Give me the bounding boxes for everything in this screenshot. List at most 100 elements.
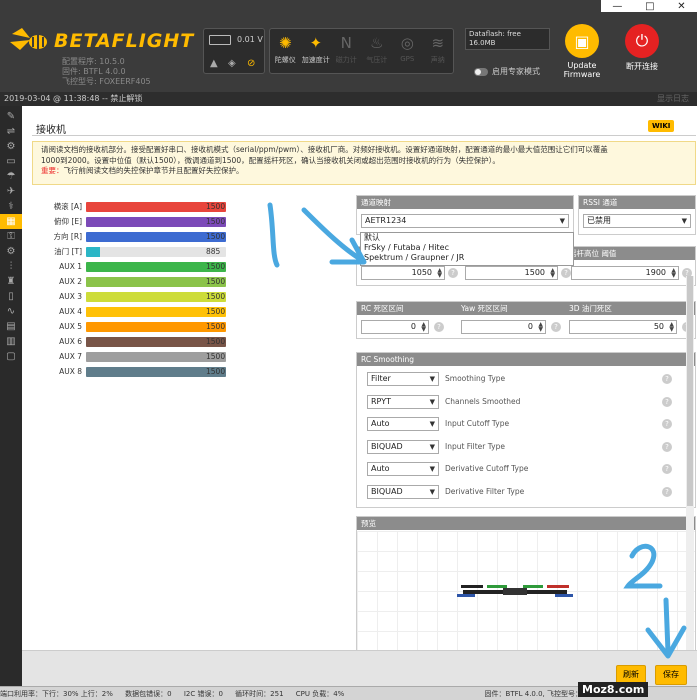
minimize-button[interactable]: — xyxy=(612,1,622,12)
osd-icon[interactable]: ▯ xyxy=(0,289,22,304)
channel-bar: 1500 xyxy=(86,336,226,347)
update-firmware-button[interactable]: ▣ Update Firmware xyxy=(557,24,607,79)
toggle-switch[interactable] xyxy=(474,67,488,76)
dropdown-option[interactable]: FrSky / Futaba / Hitec xyxy=(364,243,573,253)
spinner-icon[interactable]: ▲ ▼ xyxy=(671,268,676,279)
expert-mode-label: 启用专家模式 xyxy=(492,67,540,76)
window-controls: — □ ✕ xyxy=(601,0,697,12)
sensors-icon[interactable]: ∿ xyxy=(0,304,22,319)
sensor-label: 声纳 xyxy=(430,56,445,64)
channel-bar: 1500 xyxy=(86,276,226,287)
channel-value: 1500 xyxy=(206,306,226,316)
smoothing-select[interactable]: Filter ▼ xyxy=(367,372,439,386)
channel-bar: 1500 xyxy=(86,231,226,242)
smoothing-select[interactable]: BIQUAD ▼ xyxy=(367,439,439,454)
page-title: 接收机 xyxy=(36,125,66,136)
adjustments-icon[interactable]: ⚕ xyxy=(0,199,22,214)
port-utilization: 端口利用率：下行：30% 上行：2% xyxy=(0,690,113,698)
modes-icon[interactable]: ⚿ xyxy=(0,229,22,244)
sensor-label: 陀螺仪 xyxy=(274,56,296,64)
save-button[interactable]: 保存 xyxy=(655,665,687,685)
spinner-icon[interactable]: ▲ ▼ xyxy=(421,322,426,333)
dropdown-option[interactable]: 默认 xyxy=(364,233,573,243)
help-icon[interactable]: ? xyxy=(662,486,672,497)
pid-icon[interactable]: ✈ xyxy=(0,184,22,199)
channel-map-dropdown: 默认 FrSky / Futaba / Hitec Spektrum / Gra… xyxy=(360,232,574,266)
rc-deadband-input[interactable]: 0 ▲ ▼ xyxy=(361,320,429,334)
smoothing-select[interactable]: BIQUAD ▼ xyxy=(367,484,439,499)
servos-icon[interactable]: ♜ xyxy=(0,274,22,289)
chevron-down-icon: ▼ xyxy=(429,375,435,383)
channel-bar: 1500 xyxy=(86,366,226,377)
blackbox-icon[interactable]: ▥ xyxy=(0,334,22,349)
cli-icon[interactable]: ▢ xyxy=(0,349,22,364)
help-icon[interactable]: ? xyxy=(434,322,444,332)
help-icon[interactable]: ? xyxy=(448,268,458,278)
channel-bar: 1500 xyxy=(86,321,226,332)
failsafe-icon[interactable]: ☂ xyxy=(0,169,22,184)
smoothing-value: Auto xyxy=(371,464,390,473)
smoothing-row: Auto ▼ Derivative Cutoff Type? xyxy=(360,461,697,477)
smoothing-row: Filter ▼ Smoothing Type? xyxy=(360,371,697,387)
show-log-link[interactable]: 显示日志 xyxy=(657,92,689,106)
wiki-button[interactable]: WIKI xyxy=(648,120,675,132)
config-version: 配置程序: 10.5.0 xyxy=(62,57,125,66)
stick-high-input[interactable]: 1900 ▲ ▼ xyxy=(571,266,679,280)
rssi-select[interactable]: 已禁用 ▼ xyxy=(583,214,691,228)
spinner-icon[interactable]: ▲ ▼ xyxy=(538,322,543,333)
setup-icon[interactable]: ✎ xyxy=(0,109,22,124)
link-icon: ⊘ xyxy=(247,58,256,69)
chevron-down-icon: ▼ xyxy=(429,465,435,473)
disconnect-button[interactable]: ⏻ 断开连接 xyxy=(617,24,667,72)
sensor-label: 加速度计 xyxy=(301,56,330,64)
channel-bar-fill xyxy=(86,261,226,272)
chevron-down-icon: ▼ xyxy=(429,487,435,496)
mag-icon: N xyxy=(340,34,352,52)
maximize-button[interactable]: □ xyxy=(645,1,654,12)
page-scrollbar[interactable] xyxy=(686,276,694,656)
help-icon[interactable]: ? xyxy=(561,268,571,278)
expert-mode-toggle[interactable]: 启用专家模式 xyxy=(474,66,540,77)
stick-range-title: 摇杆高位 阈值 xyxy=(569,249,617,258)
throttle-deadband-input[interactable]: 50 ▲ ▼ xyxy=(569,320,677,334)
tethered-icon[interactable]: ▤ xyxy=(0,319,22,334)
help-icon[interactable]: ? xyxy=(662,441,672,452)
power-icon[interactable]: ▭ xyxy=(0,154,22,169)
channel-name: AUX 1 xyxy=(59,262,82,271)
smoothing-select[interactable]: Auto ▼ xyxy=(367,417,439,431)
smoothing-value: RPYT xyxy=(371,396,391,406)
channel-bar-fill xyxy=(86,291,226,302)
help-icon[interactable]: ? xyxy=(662,374,672,384)
smoothing-select[interactable]: Auto ▼ xyxy=(367,462,439,476)
channel-bar-fill xyxy=(86,216,226,227)
help-icon[interactable]: ? xyxy=(662,396,672,407)
spinner-icon[interactable]: ▲ ▼ xyxy=(550,268,555,279)
dropdown-option[interactable]: Spektrum / Graupner / JR xyxy=(364,253,573,263)
help-icon[interactable]: ? xyxy=(662,419,672,429)
stick-center-input[interactable]: 1500 ▲ ▼ xyxy=(465,266,558,280)
sliders-icon[interactable]: ⫶ xyxy=(0,259,22,274)
channel-name: 横滚 [A] xyxy=(53,202,82,211)
help-icon[interactable]: ? xyxy=(662,464,672,474)
spinner-icon[interactable]: ▲ ▼ xyxy=(437,268,442,279)
smoothing-select[interactable]: RPYT ▼ xyxy=(367,394,439,409)
close-button[interactable]: ✕ xyxy=(677,1,685,12)
scrollbar-thumb[interactable] xyxy=(687,276,693,506)
help-icon[interactable]: ? xyxy=(551,322,561,332)
stick-low-input[interactable]: 1050 ▲ ▼ xyxy=(361,266,445,280)
chevron-down-icon: ▼ xyxy=(681,217,687,225)
receiver-icon[interactable]: ▦ xyxy=(0,214,22,229)
ports-icon[interactable]: ⇌ xyxy=(0,124,22,139)
sensor-status: ✺ 陀螺仪 ✦ 加速度计 N 磁力计 ♨ 气压计 ◎ GPS ≋ 声纳 xyxy=(269,28,454,74)
channel-map-select[interactable]: AETR1234 ▼ xyxy=(361,214,569,228)
yaw-deadband-input[interactable]: 0 ▲ ▼ xyxy=(461,320,546,334)
channel-name: AUX 8 xyxy=(59,367,82,376)
motors-icon[interactable]: ⚙ xyxy=(0,244,22,259)
smoothing-label: Input Cutoff Type xyxy=(445,419,510,428)
channel-value: 1500 xyxy=(206,291,226,301)
channel-bar-fill xyxy=(86,246,100,257)
configuration-icon[interactable]: ⚙ xyxy=(0,139,22,154)
spinner-icon[interactable]: ▲ ▼ xyxy=(669,322,674,333)
channel-map-panel: 通道映射 AETR1234 ▼ xyxy=(356,195,574,235)
disconnect-label: 断开连接 xyxy=(626,62,658,71)
